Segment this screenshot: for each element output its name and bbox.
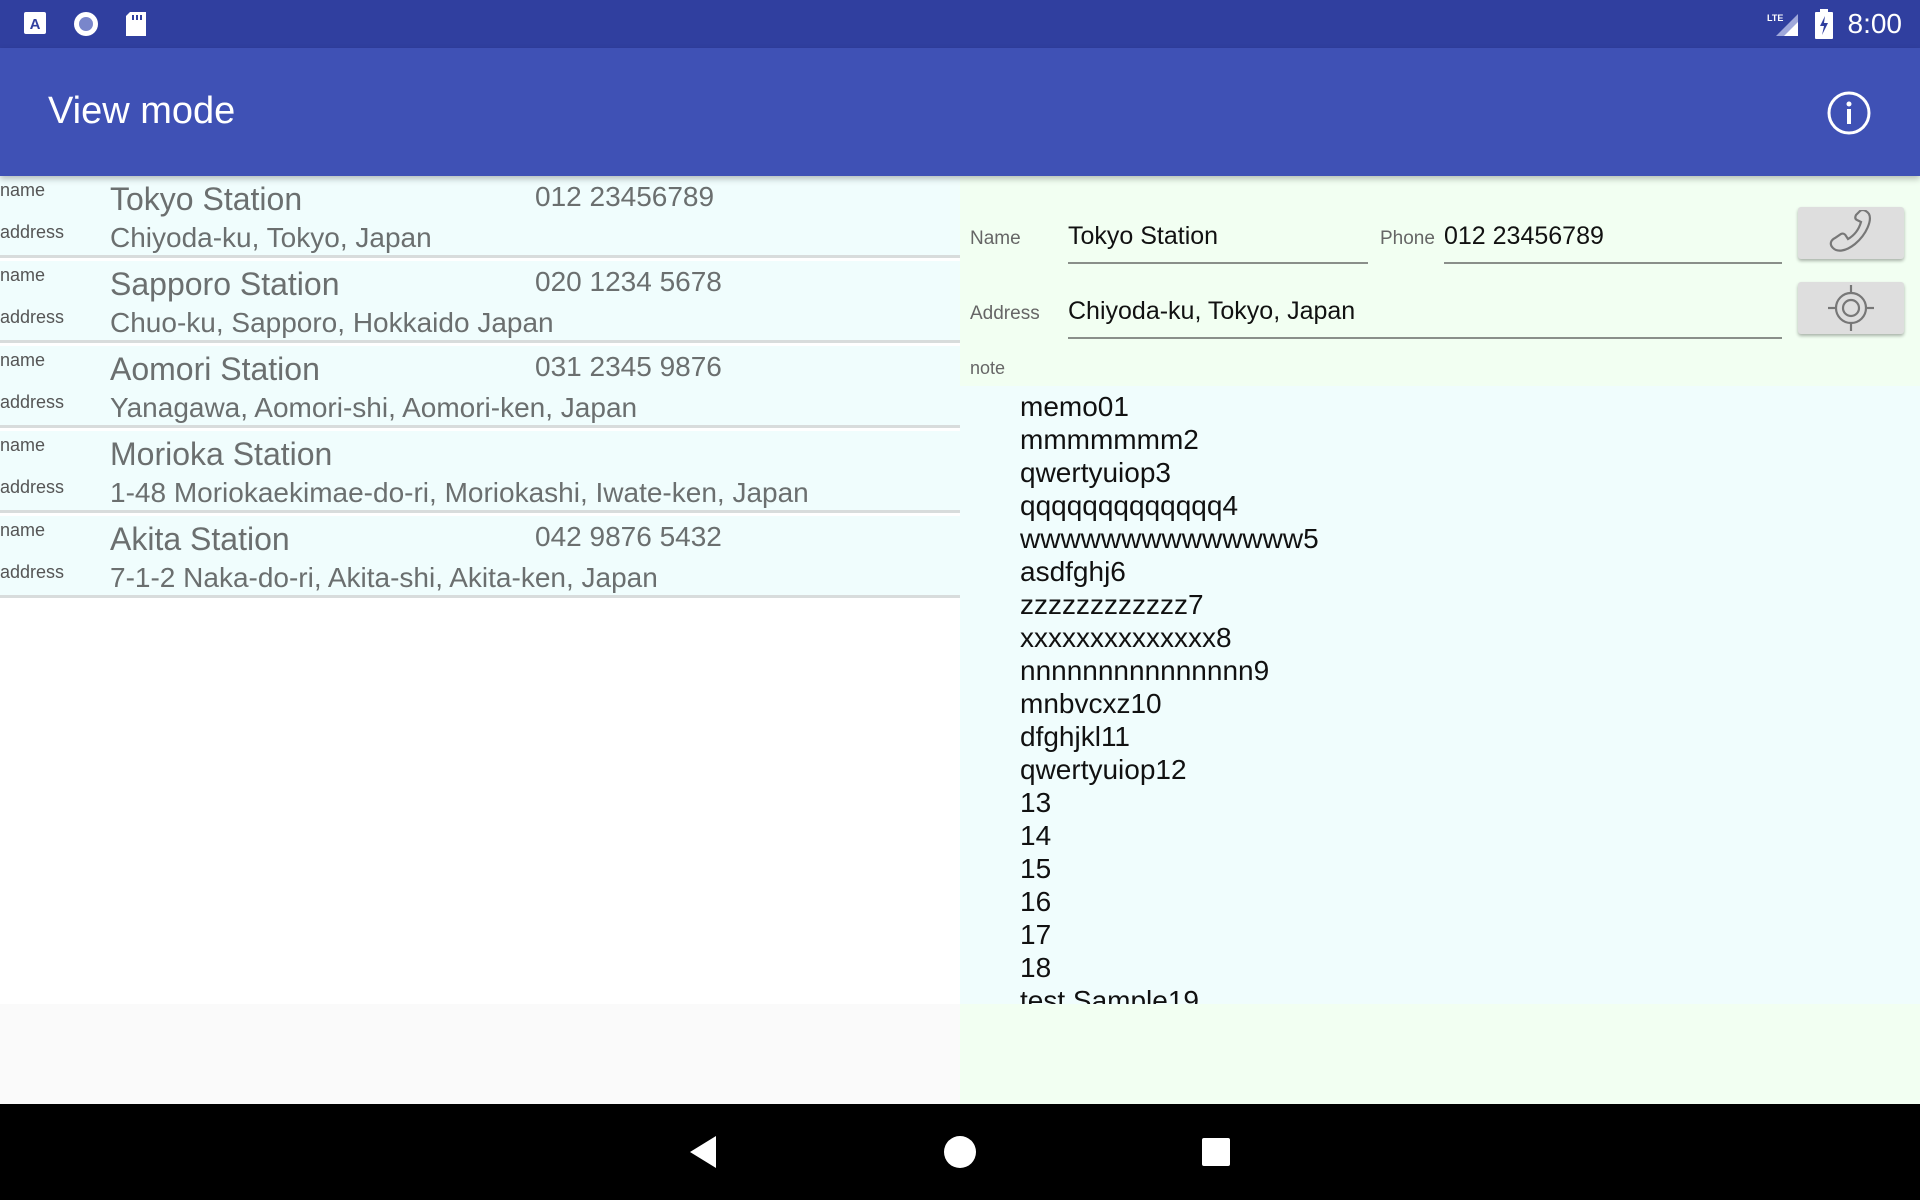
station-address: 1-48 Moriokaekimae-do-ri, Moriokashi, Iw… [110,477,809,508]
address-label: address [0,392,65,412]
station-address: Yanagawa, Aomori-shi, Aomori-ken, Japan [110,392,638,423]
note-line: test Sample19 [1020,985,1199,1004]
station-name: Aomori Station [110,351,320,387]
station-phone: 020 1234 5678 [535,266,722,297]
note-line: dfghjkl11 [1020,721,1131,752]
address-field[interactable]: Chiyoda-ku, Tokyo, Japan [1068,297,1782,339]
address-label: address [0,222,65,242]
note-label: note [970,358,1006,378]
note-line: qwertyuiop12 [1020,754,1187,785]
status-bar: A LTE 8:00 [0,0,1920,48]
name-label: name [0,435,46,455]
note-line: qqqqqqqqqqqqq4 [1020,490,1239,521]
note-line: qwertyuiop3 [1020,457,1171,488]
station-phone: 042 9876 5432 [535,521,722,552]
battery-charging-icon [1814,9,1833,39]
lte-signal-icon: LTE [1767,13,1798,36]
status-bar-system: LTE 8:00 [1766,0,1903,48]
phone-field-label: Phone [1380,228,1435,249]
circle-notification-icon [74,12,98,36]
app-bar: View mode [0,48,1920,176]
status-bar-notifications: A [22,10,150,38]
note-line: 13 [1020,787,1052,818]
back-icon[interactable] [682,1130,726,1174]
note-line: xxxxxxxxxxxxxx8 [1020,622,1232,653]
home-icon[interactable] [938,1130,982,1174]
note-line: wwwwwwwwwwwwww5 [1020,523,1319,554]
station-address: Chiyoda-ku, Tokyo, Japan [110,222,432,253]
locate-button[interactable] [1798,282,1904,334]
station-name: Akita Station [110,521,290,557]
svg-text:A: A [30,16,41,33]
list-item[interactable]: name address Aomori Station 031 2345 987… [0,346,960,428]
note-line: 17 [1020,919,1052,950]
navigation-bar [0,1104,1920,1200]
network-type: LTE [1767,13,1783,23]
note-line: memo01 [1020,391,1129,422]
station-name: Morioka Station [110,436,333,472]
note-line: 18 [1020,952,1052,983]
address-label: address [0,562,65,582]
list-item[interactable]: name address Tokyo Station 012 23456789 … [0,176,960,258]
name-label: name [0,265,46,285]
station-list: name address Tokyo Station 012 23456789 … [0,176,960,1004]
note-line: asdfghj6 [1020,556,1126,587]
station-phone: 012 23456789 [535,181,715,212]
list-item[interactable]: name address Akita Station 042 9876 5432… [0,516,960,598]
note-line: 15 [1020,853,1052,884]
name-label: name [0,520,46,540]
note-line: mmmmmmm2 [1020,424,1199,455]
name-field-label: Name [970,228,1021,249]
station-phone: 031 2345 9876 [535,351,722,382]
note-line: nnnnnnnnnnnnnnn9 [1020,655,1270,686]
station-name: Tokyo Station [110,181,303,217]
note-line: zzzzzzzzzzzz7 [1020,589,1204,620]
address-field-label: Address [970,303,1040,324]
name-label: name [0,350,46,370]
list-item[interactable]: name address Morioka Station 1-48 Moriok… [0,431,960,513]
note-content: memo01 mmmmmmm2 qwertyuiop3 qqqqqqqqqqqq… [1020,390,1319,1004]
note-textarea[interactable]: memo01 mmmmmmm2 qwertyuiop3 qqqqqqqqqqqq… [960,386,1920,1004]
info-icon[interactable] [1826,90,1872,136]
page-title: View mode [48,90,236,132]
call-button[interactable] [1798,207,1904,259]
clock: 8:00 [1847,8,1903,39]
name-label: name [0,180,46,200]
note-line: 16 [1020,886,1052,917]
note-line: 14 [1020,820,1052,851]
note-line: mnbvcxz10 [1020,688,1162,719]
detail-pane: Name Tokyo Station Phone 012 23456789 Ad… [960,176,1920,1104]
address-label: address [0,477,65,497]
phone-field[interactable]: 012 23456789 [1444,222,1782,264]
recents-icon[interactable] [1194,1130,1238,1174]
a-notification-icon: A [24,12,46,34]
gps-locate-icon [1828,285,1874,331]
station-name: Sapporo Station [110,266,340,302]
station-address: 7-1-2 Naka-do-ri, Akita-shi, Akita-ken, … [110,562,658,593]
address-label: address [0,307,65,327]
phone-icon [1829,210,1871,252]
station-address: Chuo-ku, Sapporo, Hokkaido Japan [110,307,554,338]
name-field[interactable]: Tokyo Station [1068,222,1368,264]
list-item[interactable]: name address Sapporo Station 020 1234 56… [0,261,960,343]
sd-card-icon [126,12,146,36]
